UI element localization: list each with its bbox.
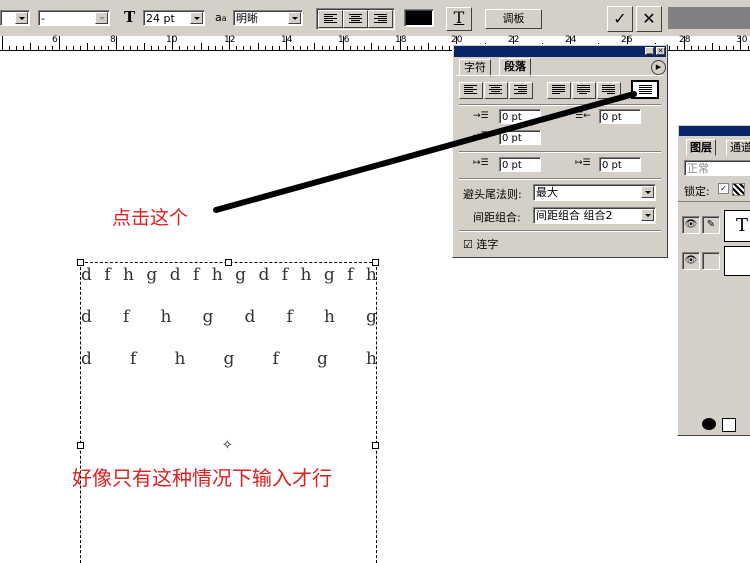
pointer-line <box>213 91 637 213</box>
annotation-pointer-line <box>213 91 637 213</box>
